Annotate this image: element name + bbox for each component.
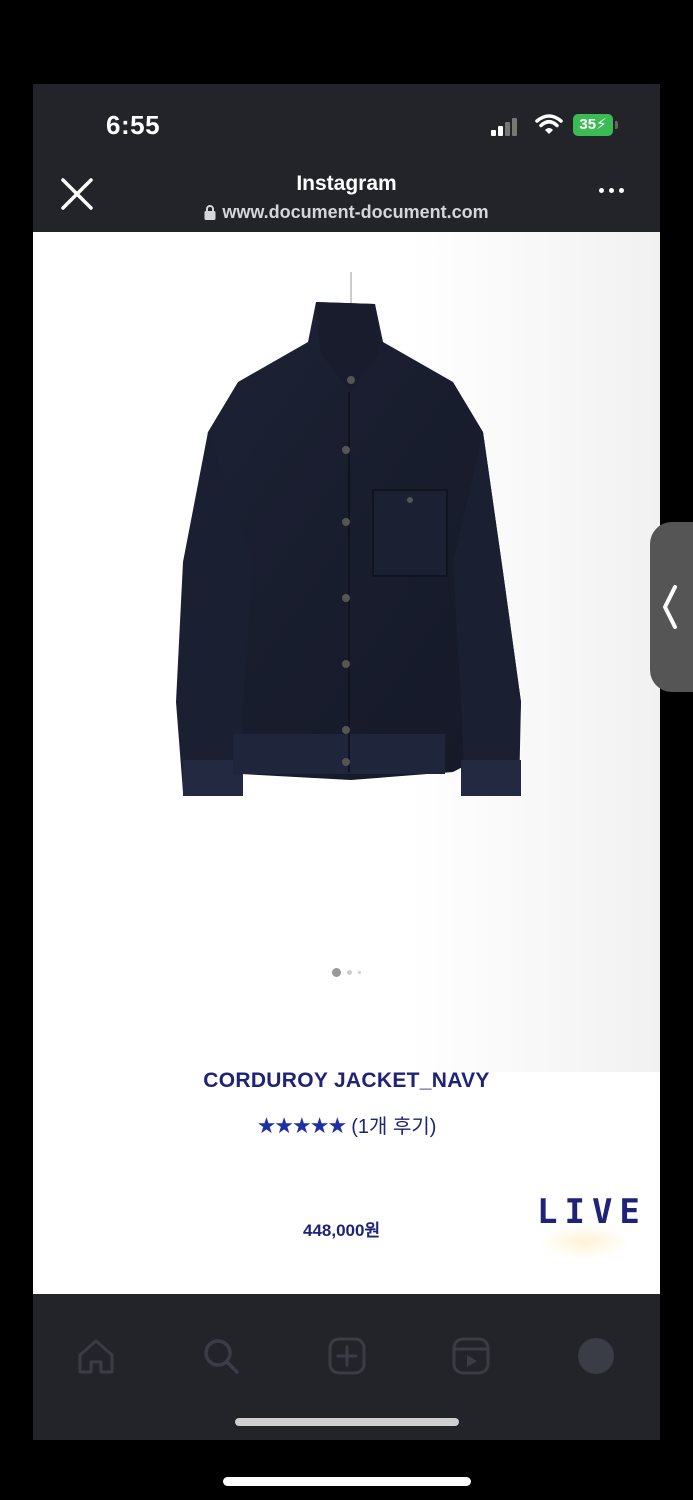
star-rating-icon: ★★★★★ xyxy=(256,1113,348,1138)
browser-title: Instagram xyxy=(296,172,397,195)
jacket-photo xyxy=(176,272,521,796)
live-badge[interactable]: LIVE xyxy=(537,1192,647,1232)
phone-screen: 6:55 35⚡ Instagram www.document-document… xyxy=(33,84,660,1440)
reels-icon[interactable] xyxy=(451,1336,491,1376)
browser-top-bar: 6:55 35⚡ Instagram www.document-document… xyxy=(33,84,660,232)
home-indicator[interactable] xyxy=(223,1477,471,1486)
search-icon[interactable] xyxy=(201,1336,241,1376)
home-icon[interactable] xyxy=(76,1336,116,1376)
product-price: 448,000원 xyxy=(303,1221,381,1240)
url-text: www.document-document.com xyxy=(222,202,489,222)
new-post-icon[interactable] xyxy=(327,1336,367,1376)
battery-cap xyxy=(615,121,618,129)
product-name: CORDUROY JACKET_NAVY xyxy=(203,1069,490,1092)
review-count[interactable]: (1개 후기) xyxy=(351,1116,436,1138)
more-options-icon[interactable] xyxy=(599,180,629,200)
side-panel-tab[interactable] xyxy=(650,522,693,692)
chevron-left-icon xyxy=(663,585,677,629)
cellular-signal-icon xyxy=(491,116,525,136)
status-time: 6:55 xyxy=(106,110,161,140)
carousel-dot[interactable] xyxy=(358,971,361,975)
carousel-dot[interactable] xyxy=(332,968,341,978)
battery-indicator: 35⚡ xyxy=(573,114,613,136)
carousel-dots[interactable] xyxy=(33,964,660,982)
carousel-dot[interactable] xyxy=(347,970,352,976)
wifi-icon xyxy=(535,114,563,134)
lock-icon xyxy=(204,205,216,220)
product-rating[interactable]: ★★★★★ (1개 후기) xyxy=(33,1110,660,1139)
product-image-carousel[interactable] xyxy=(33,232,660,1072)
browser-url[interactable]: www.document-document.com xyxy=(33,202,660,223)
inner-home-indicator xyxy=(235,1418,459,1426)
profile-avatar-icon[interactable] xyxy=(576,1336,616,1376)
